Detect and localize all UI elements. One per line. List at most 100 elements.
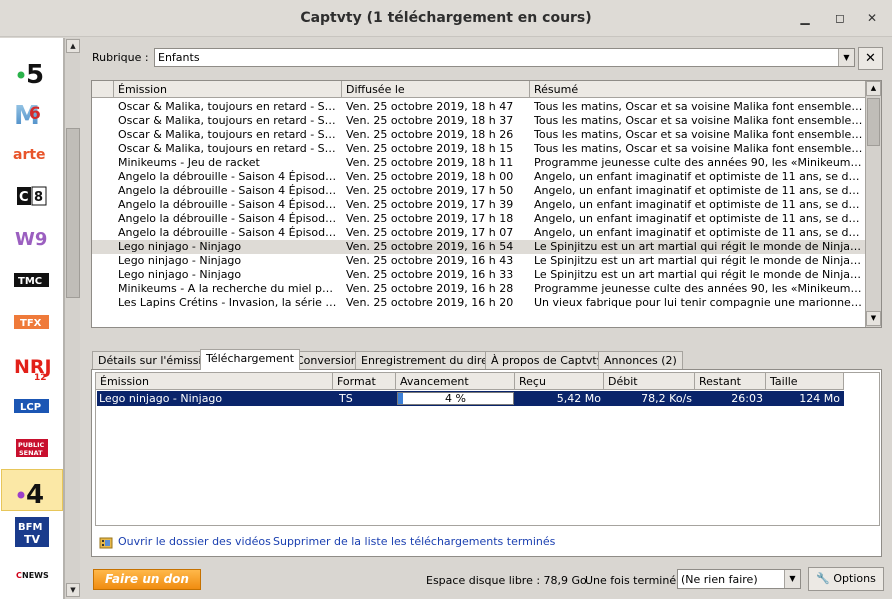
- download-recu: 5,42 Mo: [556, 392, 601, 405]
- column-header-diffusee[interactable]: Diffusée le: [342, 81, 530, 98]
- column-header-format[interactable]: Format: [333, 373, 396, 390]
- channel-cnews[interactable]: C NEWS: [1, 553, 63, 595]
- arte-logo-icon: arte: [13, 147, 46, 163]
- table-row[interactable]: Lego ninjago - Ninjago Ven. 25 octobre 20…: [92, 254, 867, 268]
- cell-emission: Angelo la débrouille - Saison 4 Épisode …: [118, 198, 338, 211]
- emissions-scrollbar[interactable]: ▲ ▼: [865, 81, 881, 327]
- channel-tfx[interactable]: TFX: [1, 301, 63, 343]
- channel-bfmtv[interactable]: BFM TV: [1, 511, 63, 553]
- downloads-table: Émission Format Avancement Reçu Débit Re…: [95, 372, 880, 526]
- open-folder-link[interactable]: Ouvrir le dossier des vidéos: [118, 535, 271, 549]
- scroll-down-icon[interactable]: ▼: [66, 583, 80, 597]
- table-row[interactable]: Minikeums - A la recherche du miel perdu…: [92, 282, 867, 296]
- column-header-resume[interactable]: Résumé: [530, 81, 867, 98]
- table-row[interactable]: Oscar & Malika, toujours en retard - Sai…: [92, 128, 867, 142]
- remove-finished-link[interactable]: Supprimer de la liste les téléchargement…: [273, 535, 555, 549]
- progress-label: 4 %: [445, 392, 466, 405]
- channel-w9[interactable]: W9: [1, 217, 63, 259]
- cell-resume: Le Spinjitzu est un art martial qui régi…: [534, 240, 864, 253]
- table-row[interactable]: Oscar & Malika, toujours en retard - Sai…: [92, 100, 867, 114]
- close-rubrique-button[interactable]: ✕: [858, 47, 883, 70]
- column-header-emission[interactable]: Émission: [96, 373, 333, 390]
- table-row[interactable]: Lego ninjago - Ninjago Ven. 25 octobre 20…: [92, 240, 867, 254]
- table-row[interactable]: Oscar & Malika, toujours en retard - Sai…: [92, 142, 867, 156]
- tab-telechargement[interactable]: Téléchargement: [200, 349, 301, 370]
- channel-france4[interactable]: 4: [1, 469, 63, 511]
- cell-resume: Angelo, un enfant imaginatif et optimist…: [534, 198, 864, 211]
- table-row[interactable]: Les Lapins Crétins - Invasion, la série …: [92, 296, 867, 310]
- channel-nrj12[interactable]: NRJ 12: [1, 343, 63, 385]
- chevron-down-icon[interactable]: ▼: [784, 570, 800, 588]
- column-header-debit[interactable]: Débit: [604, 373, 695, 390]
- channel-c8[interactable]: C8: [1, 175, 63, 217]
- cell-resume: Le Spinjitzu est un art martial qui régi…: [534, 268, 864, 281]
- scroll-down-icon[interactable]: ▼: [866, 311, 881, 326]
- public-senat-logo-icon: PUBLICSENAT: [16, 439, 48, 457]
- tab-annonces[interactable]: Annonces (2): [598, 351, 683, 369]
- channel-france5[interactable]: 5: [1, 49, 63, 91]
- cell-diffusee: Ven. 25 octobre 2019, 16 h 33: [346, 268, 514, 281]
- svg-text:LCP: LCP: [20, 402, 41, 413]
- cell-diffusee: Ven. 25 octobre 2019, 18 h 00: [346, 170, 514, 183]
- svg-text:W9: W9: [15, 229, 47, 250]
- title-bar: Captvty (1 téléchargement en cours) ▁ ◻ …: [0, 0, 892, 37]
- tfx-logo-icon: TFX: [14, 315, 49, 329]
- channel-m6[interactable]: M6: [1, 91, 63, 133]
- once-done-select[interactable]: (Ne rien faire) ▼: [677, 569, 801, 589]
- cell-resume: Tous les matins, Oscar et sa voisine Mal…: [534, 100, 864, 113]
- cell-diffusee: Ven. 25 octobre 2019, 18 h 47: [346, 100, 514, 113]
- channel-tmc[interactable]: TMC: [1, 259, 63, 301]
- table-row[interactable]: Lego ninjago - Ninjago Ven. 25 octobre 20…: [92, 268, 867, 282]
- rubrique-label: Rubrique :: [92, 51, 149, 64]
- scroll-thumb[interactable]: [66, 128, 80, 298]
- download-format: TS: [339, 392, 353, 405]
- channel-arte[interactable]: arte: [1, 133, 63, 175]
- table-row[interactable]: Angelo la débrouille - Saison 4 Épisode …: [92, 212, 867, 226]
- maximize-icon[interactable]: ◻: [832, 10, 848, 26]
- column-header-taille[interactable]: Taille: [766, 373, 844, 390]
- rubrique-select[interactable]: Enfants ▼: [154, 48, 855, 67]
- scroll-up-icon[interactable]: ▲: [66, 39, 80, 53]
- channel-lcp[interactable]: LCP: [1, 385, 63, 427]
- table-row[interactable]: Minikeums - Jeu de racket Ven. 25 octobre…: [92, 156, 867, 170]
- cell-diffusee: Ven. 25 octobre 2019, 16 h 43: [346, 254, 514, 267]
- scroll-thumb[interactable]: [867, 98, 880, 146]
- tab-enregistrement[interactable]: Enregistrement du direct: [355, 351, 505, 369]
- column-header-emission[interactable]: Émission: [114, 81, 342, 98]
- table-row[interactable]: Angelo la débrouille - Saison 4 Épisode …: [92, 184, 867, 198]
- bfmtv-logo-icon: BFMTV: [15, 517, 49, 547]
- column-header-restant[interactable]: Restant: [695, 373, 766, 390]
- tab-a-propos[interactable]: À propos de Captvty: [485, 351, 610, 369]
- cell-resume: Angelo, un enfant imaginatif et optimist…: [534, 226, 864, 239]
- w9-logo-icon: W9: [15, 229, 47, 250]
- table-row[interactable]: Angelo la débrouille - Saison 4 Épisode …: [92, 170, 867, 184]
- chevron-down-icon[interactable]: ▼: [838, 49, 854, 66]
- donate-button[interactable]: Faire un don: [93, 569, 201, 590]
- close-icon[interactable]: ✕: [864, 10, 880, 26]
- svg-text:4: 4: [26, 480, 44, 506]
- minimize-icon[interactable]: ▁: [797, 10, 813, 26]
- channel-public-senat[interactable]: PUBLIC SENAT: [1, 427, 63, 469]
- tab-conversion[interactable]: Conversion: [290, 351, 364, 369]
- download-panel: Émission Format Avancement Reçu Débit Re…: [91, 369, 882, 557]
- cell-diffusee: Ven. 25 octobre 2019, 16 h 20: [346, 296, 514, 309]
- svg-text:NEWS: NEWS: [22, 571, 49, 580]
- svg-text:arte: arte: [13, 147, 46, 163]
- cnews-logo-icon: C NEWS: [15, 568, 49, 580]
- scroll-up-icon[interactable]: ▲: [866, 81, 881, 96]
- nrj12-logo-icon: NRJ12: [14, 356, 52, 381]
- column-header-avancement[interactable]: Avancement: [396, 373, 515, 390]
- cell-diffusee: Ven. 25 octobre 2019, 18 h 26: [346, 128, 514, 141]
- sidebar-scrollbar[interactable]: ▲ ▼: [64, 38, 80, 599]
- download-progress-bar: 4 %: [397, 392, 514, 405]
- column-header-recu[interactable]: Reçu: [515, 373, 604, 390]
- svg-text:C: C: [19, 190, 29, 205]
- download-row[interactable]: Lego ninjago - Ninjago TS 4 % 5,42 Mo 78…: [97, 391, 844, 406]
- table-row[interactable]: Angelo la débrouille - Saison 4 Épisode …: [92, 226, 867, 240]
- cell-emission: Angelo la débrouille - Saison 4 Épisode …: [118, 212, 338, 225]
- cell-diffusee: Ven. 25 octobre 2019, 17 h 18: [346, 212, 514, 225]
- table-row[interactable]: Oscar & Malika, toujours en retard - Sai…: [92, 114, 867, 128]
- table-row[interactable]: Angelo la débrouille - Saison 4 Épisode …: [92, 198, 867, 212]
- options-button[interactable]: 🔧 Options: [808, 567, 884, 591]
- cell-resume: Tous les matins, Oscar et sa voisine Mal…: [534, 114, 864, 127]
